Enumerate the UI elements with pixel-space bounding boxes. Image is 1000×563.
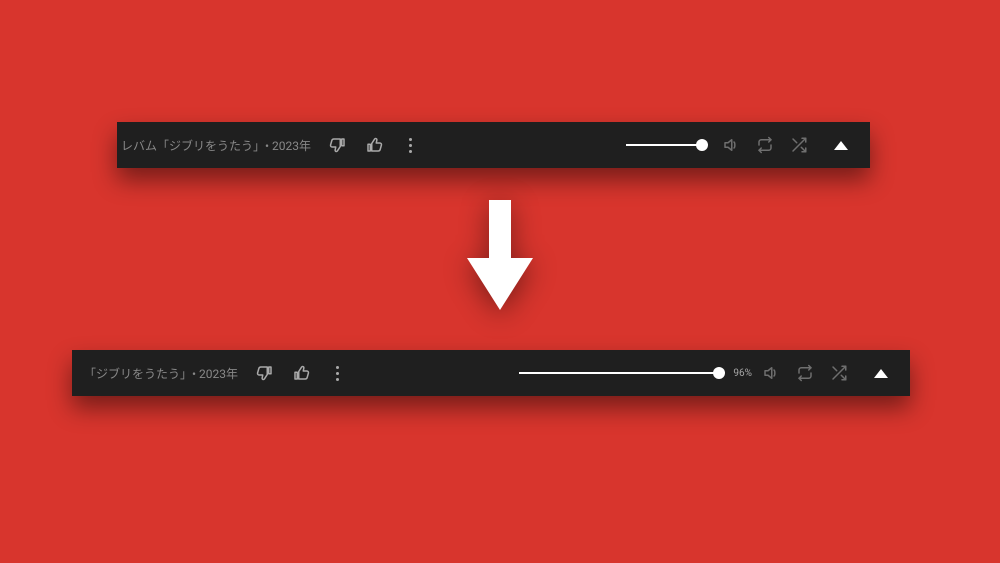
more-button[interactable] <box>397 132 423 158</box>
shuffle-button[interactable] <box>786 132 812 158</box>
caret-up-icon <box>874 369 888 378</box>
shuffle-icon <box>790 136 808 154</box>
more-vert-icon <box>409 138 412 153</box>
shuffle-button[interactable] <box>826 360 852 386</box>
down-arrow-icon <box>467 200 533 310</box>
volume-slider[interactable] <box>626 144 702 146</box>
volume-thumb[interactable] <box>713 367 725 379</box>
mute-button[interactable] <box>718 132 744 158</box>
mute-button[interactable] <box>758 360 784 386</box>
thumbs-down-icon <box>256 364 274 382</box>
caret-up-icon <box>834 141 848 150</box>
repeat-button[interactable] <box>792 360 818 386</box>
repeat-icon <box>756 136 774 154</box>
player-bar-before: レバム「ジブリをうたう」• 2023年 <box>117 122 870 168</box>
more-button[interactable] <box>324 360 350 386</box>
track-title: レバム「ジブリをうたう」• 2023年 <box>121 137 311 154</box>
like-button[interactable] <box>288 360 314 386</box>
like-button[interactable] <box>361 132 387 158</box>
thumbs-up-icon <box>292 364 310 382</box>
player-bar-after: 「ジブリをうたう」• 2023年 96% <box>72 350 910 396</box>
track-title: 「ジブリをうたう」• 2023年 <box>84 365 238 382</box>
dislike-button[interactable] <box>252 360 278 386</box>
speaker-icon <box>762 364 780 382</box>
more-vert-icon <box>336 366 339 381</box>
thumbs-down-icon <box>329 136 347 154</box>
thumbs-up-icon <box>365 136 383 154</box>
repeat-icon <box>796 364 814 382</box>
dislike-button[interactable] <box>325 132 351 158</box>
expand-button[interactable] <box>868 360 894 386</box>
volume-slider[interactable] <box>519 372 719 374</box>
shuffle-icon <box>830 364 848 382</box>
volume-thumb[interactable] <box>696 139 708 151</box>
expand-button[interactable] <box>828 132 854 158</box>
repeat-button[interactable] <box>752 132 778 158</box>
speaker-icon <box>722 136 740 154</box>
volume-percent-label: 96% <box>733 368 752 379</box>
